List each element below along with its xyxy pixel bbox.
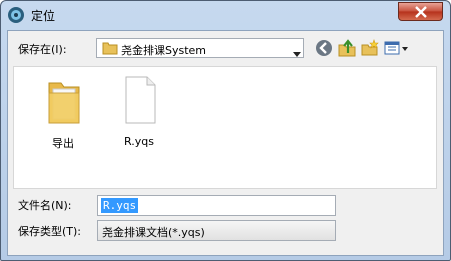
close-button[interactable] <box>398 2 443 21</box>
file-name-field[interactable]: R.yqs <box>97 195 336 216</box>
close-icon <box>415 6 427 18</box>
app-icon <box>7 6 25 24</box>
save-in-dropdown[interactable]: 尧金排课System <box>96 38 304 58</box>
save-type-label: 保存类型(T): <box>18 225 82 238</box>
view-menu-icon[interactable] <box>383 38 411 58</box>
new-folder-icon[interactable] <box>360 38 380 58</box>
file-name-value: R.yqs <box>101 198 139 213</box>
window-title: 定位 <box>31 9 56 23</box>
list-item[interactable]: R.yqs <box>109 75 169 153</box>
chevron-down-icon <box>293 46 301 60</box>
up-folder-icon[interactable] <box>337 38 357 58</box>
file-name-label: 文件名(N): <box>18 199 72 212</box>
save-dialog-window: 定位 保存在(I): 尧金排课System 导出 R.yqs 文件名(N): R… <box>0 0 451 261</box>
folder-icon <box>47 75 81 128</box>
save-in-label: 保存在(I): <box>18 43 67 56</box>
title-bar[interactable]: 定位 <box>1 1 450 29</box>
dialog-body: 保存在(I): 尧金排课System 导出 R.yqs 文件名(N): R.yq… <box>7 30 444 256</box>
file-list[interactable]: 导出 R.yqs <box>13 66 437 189</box>
save-in-value: 尧金排课System <box>121 44 207 57</box>
document-icon <box>123 75 157 128</box>
save-type-dropdown[interactable]: 尧金排课文档(*.yqs) <box>97 220 336 241</box>
folder-icon <box>102 41 118 58</box>
file-name: 导出 <box>52 137 74 150</box>
file-name: R.yqs <box>124 135 154 148</box>
list-item[interactable]: 导出 <box>33 75 93 153</box>
save-type-value: 尧金排课文档(*.yqs) <box>102 226 205 239</box>
back-icon[interactable] <box>314 38 334 58</box>
